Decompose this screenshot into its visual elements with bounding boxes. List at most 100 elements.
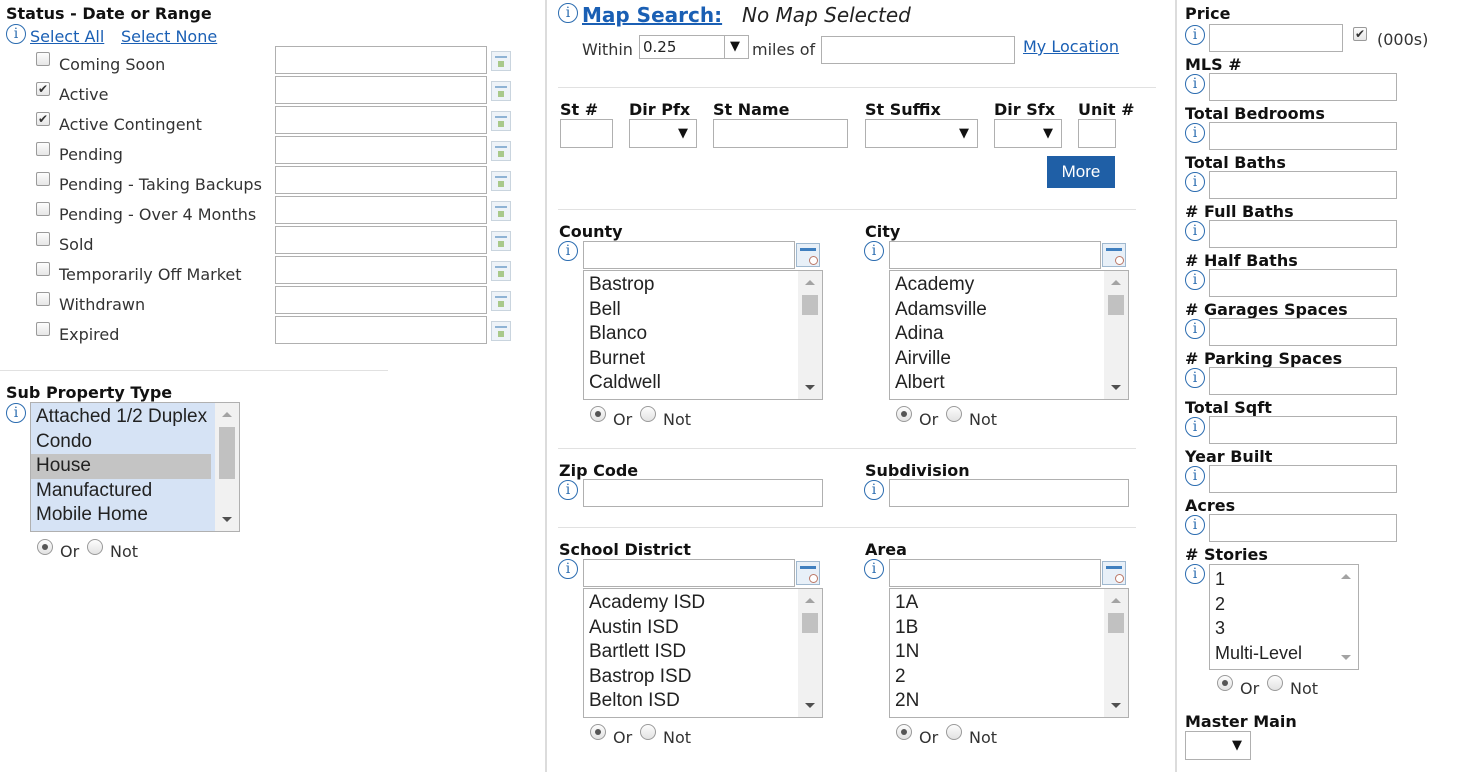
- info-icon[interactable]: i: [864, 241, 884, 261]
- calendar-icon[interactable]: [491, 321, 511, 341]
- calendar-icon[interactable]: [491, 111, 511, 131]
- status-checkbox[interactable]: [36, 292, 50, 306]
- sub-property-listbox[interactable]: Attached 1/2 Duplex Condo House Manufact…: [30, 402, 240, 532]
- scrollbar[interactable]: [1104, 271, 1128, 399]
- master-main-select[interactable]: ▼: [1185, 731, 1251, 760]
- status-checkbox[interactable]: [36, 52, 50, 66]
- list-option[interactable]: Bartlett ISD: [584, 640, 798, 665]
- area-listbox[interactable]: 1A 1B 1N 2 2N: [889, 588, 1129, 718]
- calendar-icon[interactable]: [491, 261, 511, 281]
- status-date-input[interactable]: [275, 196, 487, 224]
- status-date-input[interactable]: [275, 106, 487, 134]
- dir-pfx-select[interactable]: ▼: [629, 119, 697, 148]
- acres-input[interactable]: [1209, 514, 1397, 542]
- list-option[interactable]: Academy: [890, 273, 1104, 298]
- info-icon[interactable]: i: [6, 403, 26, 423]
- status-checkbox[interactable]: [36, 262, 50, 276]
- or-radio[interactable]: [1217, 675, 1233, 691]
- status-date-input[interactable]: [275, 166, 487, 194]
- list-option[interactable]: Condo: [31, 429, 215, 454]
- lookup-list-icon[interactable]: [796, 243, 820, 267]
- my-location-link[interactable]: My Location: [1023, 37, 1119, 56]
- info-icon[interactable]: i: [864, 559, 884, 579]
- calendar-icon[interactable]: [491, 291, 511, 311]
- unit-input[interactable]: [1078, 119, 1116, 148]
- calendar-icon[interactable]: [491, 81, 511, 101]
- or-radio[interactable]: [37, 539, 53, 555]
- baths-input[interactable]: [1209, 171, 1397, 199]
- calendar-icon[interactable]: [491, 231, 511, 251]
- status-checkbox[interactable]: ✔: [36, 112, 50, 126]
- info-icon[interactable]: i: [1185, 172, 1205, 192]
- parking-input[interactable]: [1209, 367, 1397, 395]
- price-input[interactable]: [1209, 24, 1343, 52]
- or-radio[interactable]: [896, 724, 912, 740]
- zip-input[interactable]: [583, 479, 823, 507]
- status-date-input[interactable]: [275, 316, 487, 344]
- scrollbar[interactable]: [798, 271, 822, 399]
- info-icon[interactable]: i: [1185, 319, 1205, 339]
- info-icon[interactable]: i: [1185, 74, 1205, 94]
- scrollbar[interactable]: [1334, 565, 1358, 669]
- list-option[interactable]: Austin ISD: [584, 616, 798, 641]
- info-icon[interactable]: i: [1185, 270, 1205, 290]
- list-option[interactable]: Burnet: [584, 347, 798, 372]
- area-filter-input[interactable]: [889, 559, 1101, 587]
- list-option[interactable]: 3: [1210, 616, 1334, 641]
- list-option[interactable]: Bastrop: [584, 273, 798, 298]
- calendar-icon[interactable]: [491, 51, 511, 71]
- dir-sfx-select[interactable]: ▼: [994, 119, 1062, 148]
- info-icon[interactable]: i: [558, 559, 578, 579]
- mls-input[interactable]: [1209, 73, 1397, 101]
- status-checkbox[interactable]: [36, 322, 50, 336]
- status-date-input[interactable]: [275, 256, 487, 284]
- lookup-list-icon[interactable]: [796, 561, 820, 585]
- info-icon[interactable]: i: [1185, 515, 1205, 535]
- select-none-link[interactable]: Select None: [121, 27, 217, 46]
- lookup-list-icon[interactable]: [1102, 243, 1126, 267]
- info-icon[interactable]: i: [6, 24, 26, 44]
- calendar-icon[interactable]: [491, 201, 511, 221]
- scrollbar[interactable]: [1104, 589, 1128, 717]
- st-suffix-select[interactable]: ▼: [865, 119, 978, 148]
- info-icon[interactable]: i: [1185, 564, 1205, 584]
- list-option-selected[interactable]: House: [31, 454, 211, 479]
- status-checkbox[interactable]: [36, 202, 50, 216]
- not-radio[interactable]: [1267, 675, 1283, 691]
- scrollbar[interactable]: [798, 589, 822, 717]
- not-radio[interactable]: [946, 406, 962, 422]
- garages-input[interactable]: [1209, 318, 1397, 346]
- info-icon[interactable]: i: [558, 480, 578, 500]
- county-filter-input[interactable]: [583, 241, 795, 269]
- list-option[interactable]: 1: [1210, 567, 1334, 592]
- list-option[interactable]: Bastrop ISD: [584, 665, 798, 690]
- status-checkbox[interactable]: ✔: [36, 82, 50, 96]
- list-option[interactable]: Manufactured: [31, 478, 215, 503]
- status-checkbox[interactable]: [36, 142, 50, 156]
- calendar-icon[interactable]: [491, 171, 511, 191]
- or-radio[interactable]: [590, 406, 606, 422]
- city-filter-input[interactable]: [889, 241, 1101, 269]
- status-date-input[interactable]: [275, 76, 487, 104]
- stories-listbox[interactable]: 1 2 3 Multi-Level: [1209, 564, 1359, 670]
- status-checkbox[interactable]: [36, 232, 50, 246]
- distance-select[interactable]: 0.25 ▼: [639, 35, 749, 59]
- school-listbox[interactable]: Academy ISD Austin ISD Bartlett ISD Bast…: [583, 588, 823, 718]
- list-option[interactable]: Attached 1/2 Duplex: [31, 405, 215, 430]
- list-option[interactable]: Airville: [890, 347, 1104, 372]
- st-num-input[interactable]: [560, 119, 613, 148]
- or-radio[interactable]: [896, 406, 912, 422]
- lookup-list-icon[interactable]: [1102, 561, 1126, 585]
- list-option[interactable]: Adamsville: [890, 298, 1104, 323]
- list-option[interactable]: 2: [890, 665, 1104, 690]
- list-option[interactable]: Multi-Level: [1210, 641, 1334, 666]
- list-option[interactable]: 2: [1210, 592, 1334, 617]
- info-icon[interactable]: i: [558, 3, 578, 23]
- info-icon[interactable]: i: [1185, 466, 1205, 486]
- map-search-link[interactable]: Map Search:: [582, 3, 722, 27]
- status-date-input[interactable]: [275, 286, 487, 314]
- list-option[interactable]: Belton ISD: [584, 689, 798, 714]
- city-listbox[interactable]: Academy Adamsville Adina Airville Albert: [889, 270, 1129, 400]
- info-icon[interactable]: i: [1185, 417, 1205, 437]
- not-radio[interactable]: [640, 724, 656, 740]
